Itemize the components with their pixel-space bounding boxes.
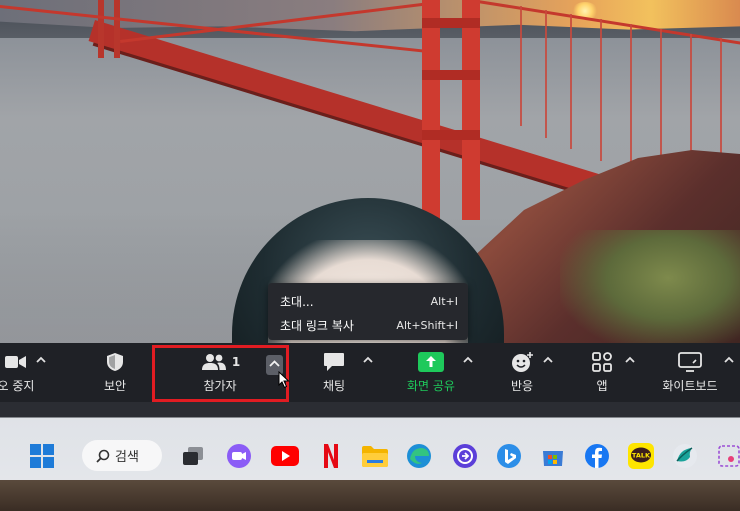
store-bag-icon (543, 451, 563, 466)
stop-video-button[interactable]: 오 중지 (0, 343, 40, 402)
mouse-cursor-icon (278, 371, 290, 389)
folder-icon (362, 446, 388, 467)
laptop-bezel (0, 480, 740, 511)
taskbar-kakaotalk[interactable]: TALK (626, 441, 656, 471)
invite-label: 초대... (280, 294, 314, 309)
participants-highlight-box (152, 345, 289, 402)
video-chat-app-icon (227, 444, 251, 468)
stop-video-label: 오 중지 (0, 379, 35, 393)
taskbar-zoom-app[interactable] (224, 441, 254, 471)
taskbar-youtube[interactable] (270, 441, 300, 471)
security-button[interactable]: 보안 (88, 343, 142, 402)
taskbar-store[interactable] (538, 441, 568, 471)
whiteboard-label: 화이트보드 (662, 379, 718, 393)
taskbar-file-explorer[interactable] (360, 441, 390, 471)
chat-label: 채팅 (322, 379, 346, 393)
facebook-icon (585, 444, 609, 468)
search-label: 검색 (115, 450, 139, 465)
participants-popup-menu: 초대... Alt+I 초대 링크 복사 Alt+Shift+I (268, 283, 468, 340)
bing-icon (497, 444, 521, 468)
bridge-far-tower (98, 0, 120, 58)
invite-shortcut: Alt+I (430, 294, 458, 308)
reactions-label: 반응 (510, 379, 534, 393)
bird-app-icon (673, 444, 697, 468)
copy-invite-link-label: 초대 링크 복사 (280, 318, 354, 333)
share-screen-button[interactable]: 화면 공유 (396, 343, 466, 402)
windows-logo-icon (30, 444, 54, 468)
whiteboard-options-chevron-icon[interactable] (722, 353, 736, 367)
video-camera-icon (3, 351, 29, 373)
apps-label: 앱 (596, 379, 608, 393)
taskbar-netflix[interactable] (316, 441, 346, 471)
task-view-button[interactable] (178, 441, 208, 471)
taskbar-chat-app[interactable] (670, 441, 700, 471)
search-icon (96, 449, 110, 463)
netflix-icon (324, 444, 338, 468)
share-screen-label: 화면 공유 (407, 379, 455, 393)
youtube-icon (271, 446, 299, 466)
smiley-plus-icon (509, 351, 535, 373)
chat-options-chevron-icon[interactable] (361, 353, 375, 367)
taskbar-circle-app[interactable] (450, 441, 480, 471)
video-options-chevron-icon[interactable] (34, 353, 48, 367)
kakao-talk-text: TALK (632, 452, 651, 460)
apps-icon (589, 351, 615, 373)
meeting-toolbar: 오 중지 보안 1 참가자 채팅 화면 공유 반응 앱 화이트보드 (0, 343, 740, 402)
arrow-circle-app-icon (453, 444, 477, 468)
whiteboard-icon (677, 351, 703, 373)
bridge-main-tower (422, 0, 480, 220)
security-label: 보안 (103, 379, 127, 393)
edge-browser-icon (407, 444, 431, 468)
windows-start-button[interactable] (27, 441, 57, 471)
reactions-button[interactable]: 반응 (500, 343, 544, 402)
apps-button[interactable]: 앱 (582, 343, 622, 402)
taskbar-facebook[interactable] (582, 441, 612, 471)
task-view-icon (183, 447, 203, 465)
whiteboard-button[interactable]: 화이트보드 (655, 343, 725, 402)
shield-icon (102, 351, 128, 373)
taskbar-edge[interactable] (404, 441, 434, 471)
snipping-tool-icon (718, 445, 740, 467)
taskbar-snipping-tool[interactable] (714, 441, 740, 471)
share-screen-icon (418, 351, 444, 373)
share-options-chevron-icon[interactable] (461, 353, 475, 367)
kakaotalk-icon: TALK (628, 443, 654, 469)
chat-button[interactable]: 채팅 (312, 343, 356, 402)
taskbar-search[interactable]: 검색 (82, 440, 162, 471)
invite-menu-item[interactable]: 초대... Alt+I (280, 290, 458, 312)
copy-invite-link-shortcut: Alt+Shift+I (396, 318, 458, 332)
reactions-options-chevron-icon[interactable] (541, 353, 555, 367)
apps-options-chevron-icon[interactable] (623, 353, 637, 367)
taskbar-bing[interactable] (494, 441, 524, 471)
chat-bubble-icon (321, 351, 347, 373)
copy-invite-link-menu-item[interactable]: 초대 링크 복사 Alt+Shift+I (280, 314, 458, 336)
